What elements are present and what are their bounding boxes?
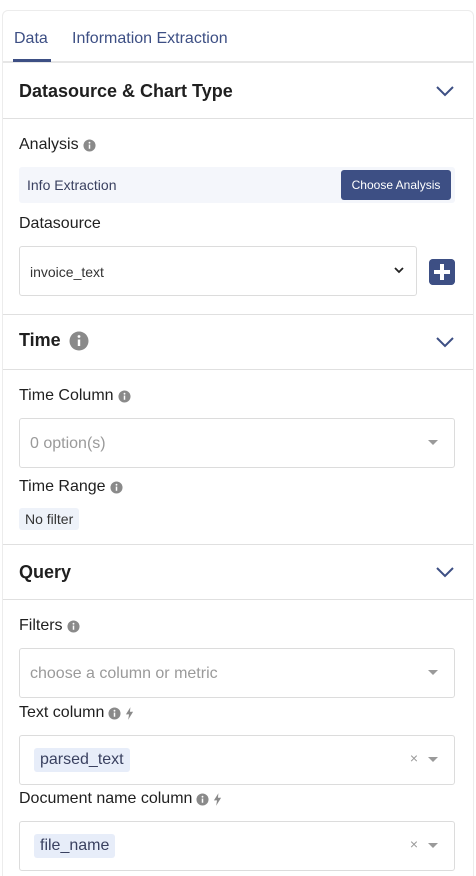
time-column-label-text: Time Column (19, 387, 114, 404)
datasource-label-text: Datasource (19, 215, 101, 232)
clear-icon[interactable]: × (410, 750, 418, 766)
section-header-time[interactable]: Time (3, 314, 473, 370)
doc-name-column-select[interactable]: file_name × (19, 821, 455, 871)
tab-data[interactable]: Data (14, 30, 48, 48)
filters-select[interactable]: choose a column or metric (19, 648, 455, 698)
tab-information-extraction[interactable]: Information Extraction (72, 30, 228, 48)
analysis-label-text: Analysis (19, 136, 79, 153)
doc-name-column-tag[interactable]: file_name (34, 834, 116, 858)
section-title-time-wrap: Time (19, 330, 89, 351)
clear-icon[interactable]: × (410, 836, 418, 852)
choose-analysis-button[interactable]: Choose Analysis (341, 170, 451, 200)
time-range-chip[interactable]: No filter (19, 508, 80, 530)
analysis-value: Info Extraction (27, 177, 117, 193)
caret-down-icon (428, 757, 438, 762)
time-range-label: Time Range (19, 478, 123, 496)
section-title-datasource: Datasource & Chart Type (19, 81, 233, 101)
text-column-label: Text column (19, 704, 134, 722)
info-icon[interactable] (67, 619, 80, 633)
info-icon[interactable] (118, 389, 131, 403)
section-header-datasource[interactable]: Datasource & Chart Type (3, 63, 473, 119)
plus-icon[interactable] (429, 259, 455, 285)
explore-control-panel: Data Information Extraction Datasource &… (2, 10, 474, 876)
info-icon[interactable] (108, 706, 121, 720)
chevron-down-icon[interactable] (435, 566, 455, 578)
lightning-icon (126, 706, 134, 720)
analysis-label: Analysis (19, 136, 96, 154)
analysis-selector: Info Extraction Choose Analysis (19, 167, 455, 203)
info-icon[interactable] (83, 138, 96, 152)
doc-name-column-label: Document name column (19, 790, 222, 808)
text-column-label-text: Text column (19, 704, 105, 721)
datasource-select[interactable]: invoice_text (19, 246, 417, 296)
chevron-down-icon[interactable] (435, 85, 455, 97)
chevron-down-icon[interactable] (435, 336, 455, 348)
section-title-query: Query (19, 562, 72, 582)
filters-label-text: Filters (19, 617, 63, 634)
info-icon[interactable] (196, 792, 209, 806)
filters-placeholder: choose a column or metric (30, 665, 218, 682)
chevron-down-icon (394, 267, 404, 274)
text-column-tag[interactable]: parsed_text (34, 748, 130, 772)
section-title-time: Time (19, 330, 61, 350)
tab-bar: Data Information Extraction (3, 11, 473, 63)
datasource-label: Datasource (19, 215, 101, 233)
info-icon[interactable] (110, 480, 123, 494)
caret-down-icon (428, 440, 438, 445)
time-range-label-text: Time Range (19, 478, 106, 495)
datasource-value: invoice_text (30, 264, 104, 280)
active-tab-indicator (13, 59, 51, 62)
text-column-select[interactable]: parsed_text × (19, 735, 455, 785)
doc-name-column-label-text: Document name column (19, 790, 193, 807)
lightning-icon (214, 792, 222, 806)
time-column-select[interactable]: 0 option(s) (19, 418, 455, 468)
filters-label: Filters (19, 617, 80, 635)
section-header-query[interactable]: Query (3, 544, 473, 600)
caret-down-icon (428, 843, 438, 848)
time-column-label: Time Column (19, 387, 131, 405)
caret-down-icon (428, 670, 438, 675)
time-column-placeholder: 0 option(s) (30, 435, 106, 452)
info-icon[interactable] (69, 331, 89, 351)
